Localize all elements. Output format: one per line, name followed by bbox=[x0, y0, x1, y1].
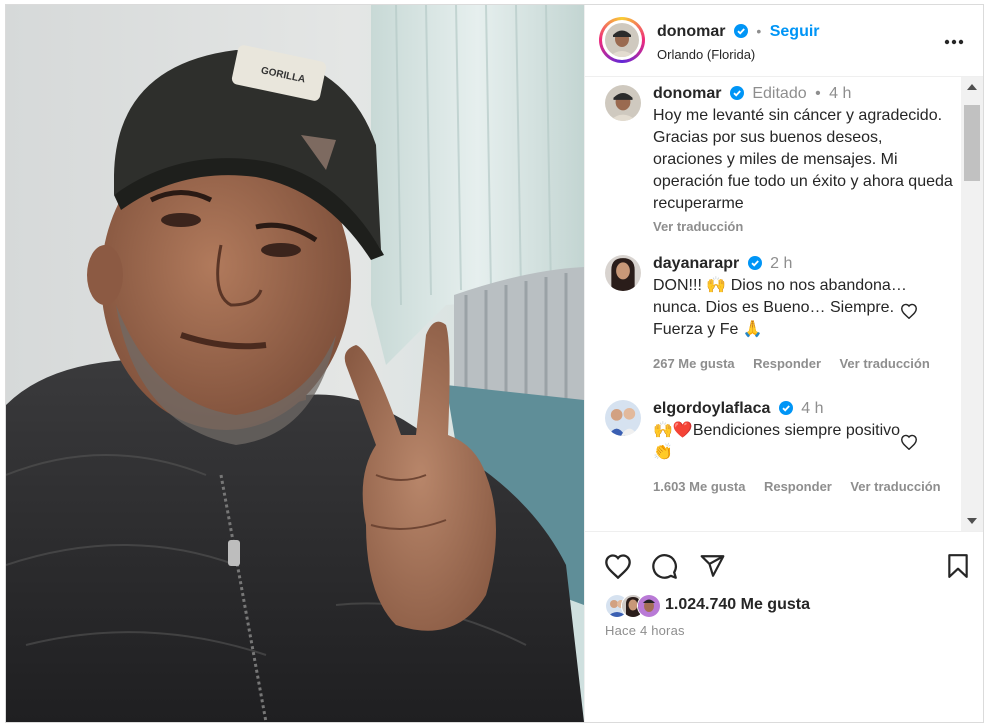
share-icon[interactable] bbox=[699, 553, 726, 579]
follow-button[interactable]: Seguir bbox=[770, 23, 820, 40]
comment-text: DON!!! 🙌 Dios no nos abandona… nunca. Di… bbox=[653, 277, 907, 338]
caption-age[interactable]: 4 h bbox=[829, 85, 851, 102]
verified-badge-icon bbox=[747, 256, 762, 270]
post-header: donomar • Seguir Orlando (Florida) bbox=[585, 5, 983, 77]
heart-icon[interactable] bbox=[604, 553, 632, 579]
caption-username[interactable]: donomar bbox=[653, 85, 721, 102]
avatar-image bbox=[605, 85, 641, 121]
comment-age[interactable]: 4 h bbox=[801, 400, 823, 417]
comment-avatar[interactable] bbox=[605, 400, 641, 436]
post-photo[interactable]: GORILLA bbox=[6, 5, 584, 722]
reply-button[interactable]: Responder bbox=[764, 479, 832, 494]
caption-translate-link[interactable]: Ver traducción bbox=[653, 219, 953, 234]
comment-username[interactable]: dayanarapr bbox=[653, 255, 739, 272]
comment-translate-link[interactable]: Ver traducción bbox=[839, 356, 929, 371]
comment-translate-link[interactable]: Ver traducción bbox=[850, 479, 940, 494]
reply-button[interactable]: Responder bbox=[753, 356, 821, 371]
bookmark-icon[interactable] bbox=[947, 553, 969, 579]
avatar-image bbox=[605, 23, 639, 57]
verified-badge-icon bbox=[733, 24, 748, 38]
author-username[interactable]: donomar bbox=[657, 23, 725, 40]
comment-icon[interactable] bbox=[651, 553, 678, 580]
post-location[interactable]: Orlando (Florida) bbox=[657, 47, 755, 62]
caption-avatar[interactable] bbox=[605, 85, 641, 121]
comment-text: 🙌❤️Bendiciones siempre positivo 👏 bbox=[653, 422, 901, 461]
post-dialog: GORILLA donomar • Seguir Orlando (Florid… bbox=[5, 4, 984, 723]
post-actions: 1.024.740 Me gusta Hace 4 horas bbox=[585, 531, 983, 722]
comment-like-heart-icon[interactable] bbox=[900, 303, 918, 319]
avatar-image bbox=[605, 400, 641, 436]
comment-username[interactable]: elgordoylaflaca bbox=[653, 400, 770, 417]
comment-item: elgordoylaflaca 4 h 🙌❤️Bendiciones siemp… bbox=[585, 392, 962, 502]
selfie-photo: GORILLA bbox=[6, 5, 584, 722]
comment-avatar[interactable] bbox=[605, 255, 641, 291]
comment-likes[interactable]: 267 Me gusta bbox=[653, 356, 735, 371]
verified-badge-icon bbox=[778, 401, 793, 415]
comments-scrollbar[interactable] bbox=[961, 77, 983, 531]
scroll-down-arrow-icon[interactable] bbox=[967, 517, 977, 525]
liked-by-avatars[interactable] bbox=[605, 594, 665, 618]
edited-label: Editado bbox=[752, 85, 807, 102]
scrollbar-thumb[interactable] bbox=[964, 105, 980, 181]
comments-list[interactable]: donomar Editado • 4 h Hoy me levanté sin… bbox=[585, 77, 983, 531]
caption: donomar Editado • 4 h Hoy me levanté sin… bbox=[585, 77, 962, 237]
author-avatar[interactable] bbox=[599, 17, 645, 63]
comment-likes[interactable]: 1.603 Me gusta bbox=[653, 479, 746, 494]
post-timestamp[interactable]: Hace 4 horas bbox=[605, 623, 685, 638]
scroll-up-arrow-icon[interactable] bbox=[967, 83, 977, 91]
comment-age[interactable]: 2 h bbox=[770, 255, 792, 272]
caption-text: Hoy me levanté sin cáncer y agradecido. … bbox=[653, 107, 953, 212]
likes-count[interactable]: 1.024.740 Me gusta bbox=[665, 596, 810, 614]
header-separator: • bbox=[756, 23, 762, 39]
post-details-panel: donomar • Seguir Orlando (Florida) donom… bbox=[584, 5, 983, 722]
verified-badge-icon bbox=[729, 86, 744, 100]
avatar-image bbox=[638, 595, 660, 617]
more-options-icon[interactable] bbox=[944, 39, 964, 45]
comment-like-heart-icon[interactable] bbox=[900, 434, 918, 450]
avatar-image bbox=[605, 255, 641, 291]
comment-item: dayanarapr 2 h DON!!! 🙌 Dios no nos aban… bbox=[585, 247, 962, 371]
caption-dot: • bbox=[815, 85, 821, 102]
